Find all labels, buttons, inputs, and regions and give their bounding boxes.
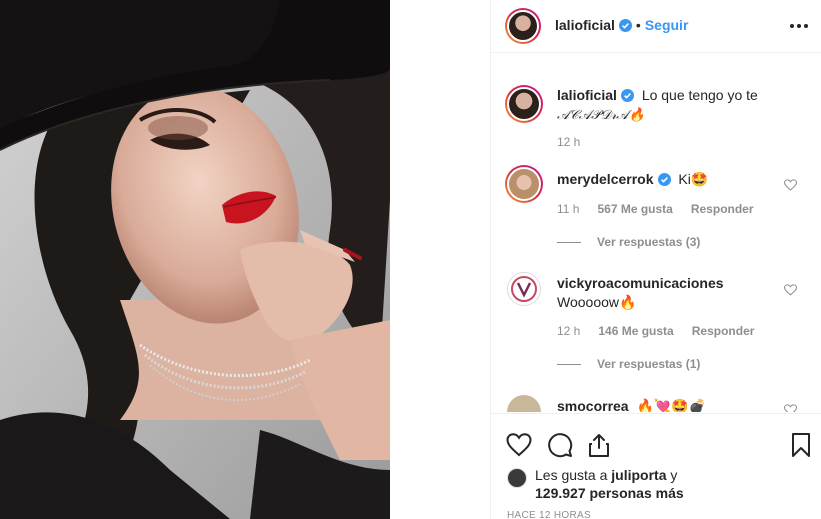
heart-icon[interactable] <box>506 432 532 458</box>
posted-time[interactable]: HACE 12 HORAS <box>507 510 591 519</box>
caption-meta: 12 h <box>557 135 580 149</box>
liker-username[interactable]: juliporta <box>611 467 666 483</box>
commenter-avatar[interactable] <box>507 272 541 306</box>
verified-badge-icon <box>657 173 671 186</box>
commenter-username[interactable]: vickyroacomunicaciones <box>557 275 724 291</box>
caption-time[interactable]: 12 h <box>557 135 580 149</box>
reply-button[interactable]: Responder <box>692 324 755 338</box>
comment-text: 🔥💘🤩💣 <box>636 398 707 412</box>
comment-meta: 11 h 567 Me gusta Responder <box>557 202 754 216</box>
author-username[interactable]: lalioficial <box>555 17 615 33</box>
comment-like-heart-icon[interactable] <box>784 284 797 296</box>
comment-item: vickyroacomunicaciones Wooooow🔥 12 h 146 … <box>491 270 821 400</box>
comment-likes-count[interactable]: 146 Me gusta <box>598 324 673 338</box>
caption-username[interactable]: lalioficial <box>557 87 617 103</box>
portrait-illustration <box>0 0 390 519</box>
commenter-avatar[interactable] <box>505 165 543 203</box>
caption-text-line2: 𝒜𝒞𝒜𝒫𝒟𝓇𝒜🔥 <box>557 108 645 123</box>
reply-button[interactable]: Responder <box>691 202 754 216</box>
actions-divider <box>491 413 821 414</box>
comment-icon[interactable] <box>547 432 573 458</box>
verified-badge-icon <box>618 19 632 32</box>
replies-line <box>557 364 581 366</box>
comments-list[interactable]: lalioficial Lo que tengo yo te 𝒜𝒞𝒜𝒫𝒟𝓇𝒜🔥 … <box>491 53 821 412</box>
likes-conjunction: y <box>670 467 678 483</box>
comment-body: merydelcerrok Ki🤩 <box>557 170 777 189</box>
caption: lalioficial Lo que tengo yo te 𝒜𝒞𝒜𝒫𝒟𝓇𝒜🔥 … <box>491 79 821 159</box>
author-avatar[interactable] <box>505 8 541 44</box>
comment-likes-count[interactable]: 567 Me gusta <box>597 202 672 216</box>
likes-text: Les gusta a juliporta y 129.927 personas… <box>535 466 684 502</box>
comment-item: smocorrea 🔥💘🤩💣 <box>491 395 821 412</box>
post-side-panel: lalioficial • Seguir lalioficial Lo que te… <box>491 0 821 519</box>
action-bar <box>491 418 821 458</box>
caption-avatar[interactable] <box>505 85 543 123</box>
view-replies-label: Ver respuestas (1) <box>597 357 701 371</box>
follow-button[interactable]: Seguir <box>645 17 689 33</box>
post-header: lalioficial • Seguir <box>491 0 821 52</box>
comment-text: Ki🤩 <box>678 171 709 187</box>
commenter-username[interactable]: smocorrea <box>557 398 629 412</box>
liker-avatar[interactable] <box>507 468 527 488</box>
more-horizontal-icon[interactable] <box>789 18 809 34</box>
likes-prefix: Les gusta a <box>535 467 608 483</box>
comment-body: vickyroacomunicaciones Wooooow🔥 <box>557 274 777 312</box>
comment-text: Wooooow🔥 <box>557 294 637 310</box>
bookmark-icon[interactable] <box>788 432 814 458</box>
verified-badge-icon <box>620 89 634 102</box>
header-row: lalioficial • Seguir <box>555 17 688 33</box>
vicky-logo-icon <box>511 276 537 302</box>
view-replies-button[interactable]: Ver respuestas (1) <box>557 357 700 371</box>
commenter-avatar[interactable] <box>507 395 541 412</box>
comment-body: smocorrea 🔥💘🤩💣 <box>557 397 777 412</box>
separator-dot: • <box>635 17 641 33</box>
commenter-username[interactable]: merydelcerrok <box>557 171 654 187</box>
post-photo[interactable] <box>0 0 390 519</box>
view-replies-label: Ver respuestas (3) <box>597 235 701 249</box>
view-replies-button[interactable]: Ver respuestas (3) <box>557 235 700 249</box>
comment-time[interactable]: 11 h <box>557 202 579 216</box>
likes-count[interactable]: 129.927 personas más <box>535 485 684 501</box>
comment-time[interactable]: 12 h <box>557 324 580 338</box>
replies-line <box>557 242 581 244</box>
caption-text: Lo que tengo yo te <box>641 87 758 103</box>
comment-meta: 12 h 146 Me gusta Responder <box>557 324 754 338</box>
share-icon[interactable] <box>586 432 612 458</box>
comment-like-heart-icon[interactable] <box>784 404 797 412</box>
caption-body: lalioficial Lo que tengo yo te 𝒜𝒞𝒜𝒫𝒟𝓇𝒜🔥 <box>557 86 777 125</box>
comment-like-heart-icon[interactable] <box>784 179 797 191</box>
